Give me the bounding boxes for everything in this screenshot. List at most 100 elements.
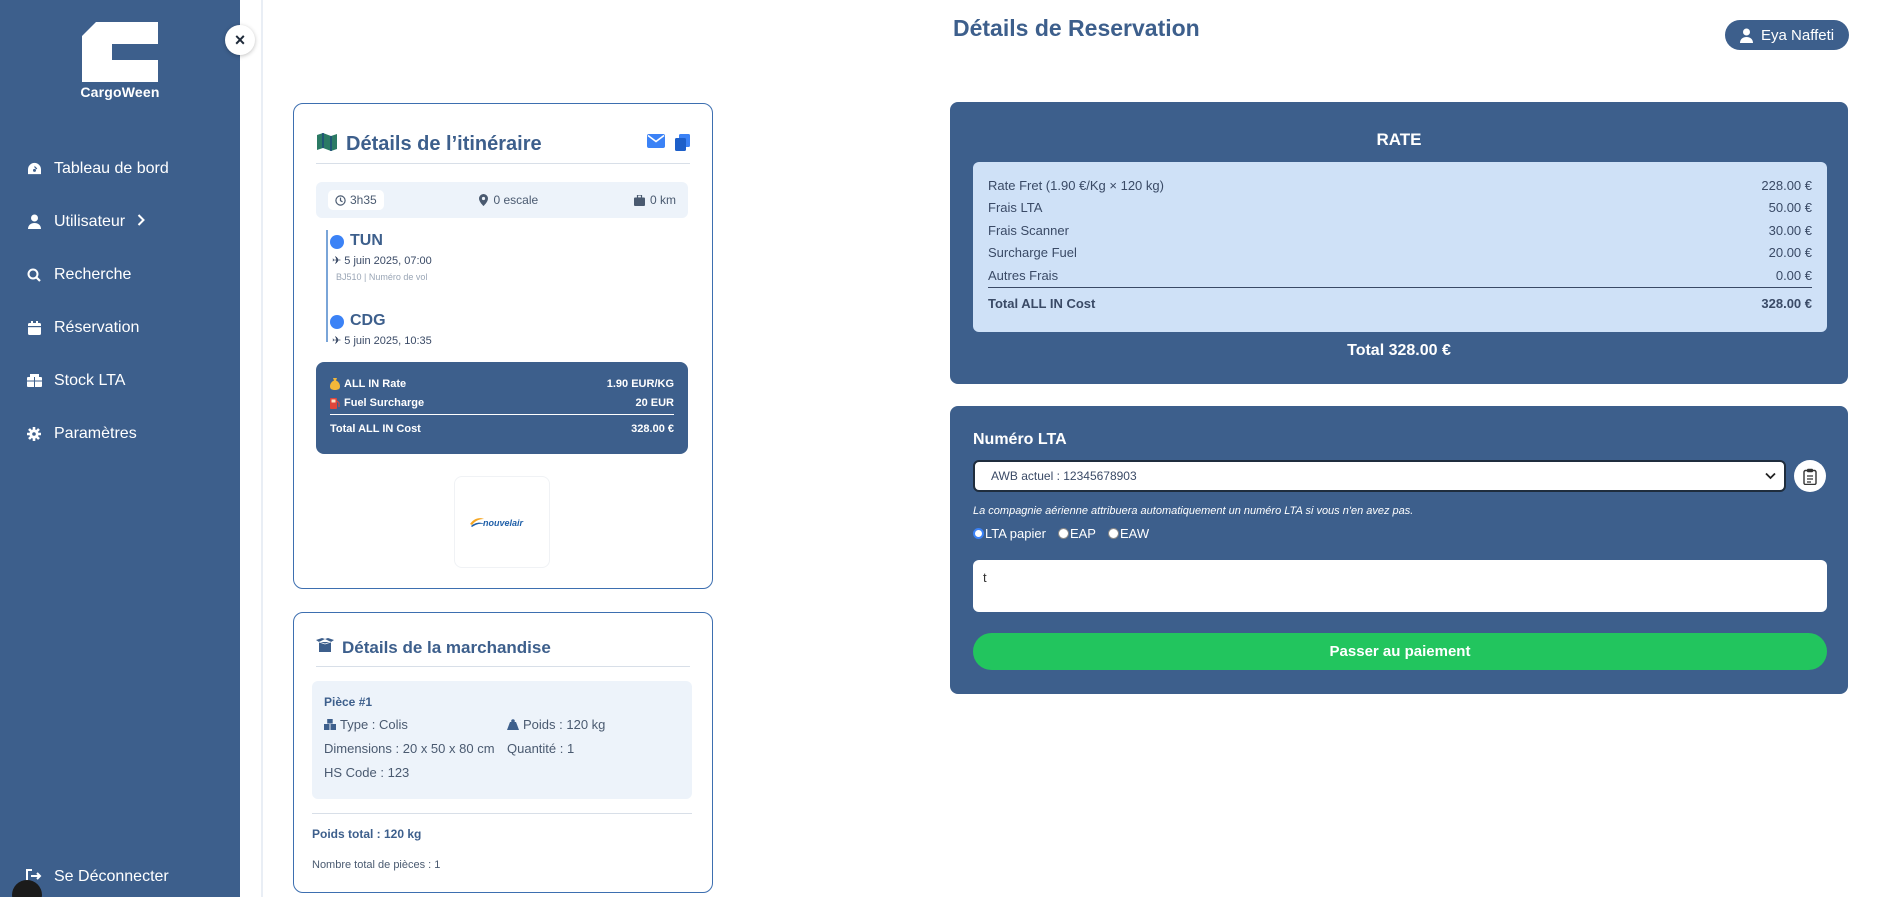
rate-total-row: Total ALL IN Cost 328.00 € [988, 293, 1812, 316]
radio-eap[interactable]: EAP [1057, 526, 1096, 541]
rate-row: Autres Frais 0.00 € [988, 264, 1812, 287]
sidebar-item-dashboard[interactable]: Tableau de bord [0, 142, 240, 195]
comment-textarea[interactable]: t [973, 560, 1827, 612]
rate-row-label: Rate Fret (1.90 €/Kg × 120 kg) [988, 177, 1164, 193]
piece-fields: Type : Colis Poids : 120 kg Dimensions :… [324, 717, 680, 780]
lta-type-options: LTA papier EAP EAW [973, 526, 1149, 541]
suitcase-icon [633, 194, 645, 206]
total-all-in-row: Total ALL IN Cost 328.00 € [330, 419, 674, 438]
piece-hs-code: HS Code : 123 [324, 765, 410, 780]
clipboard-icon [1803, 468, 1817, 485]
stops-info: 0 escale [479, 193, 538, 207]
close-icon: × [234, 29, 246, 50]
flight-number: BJ510 | Numéro de vol [336, 272, 428, 282]
close-sidebar-button[interactable]: × [225, 25, 255, 55]
boxes-icon [26, 373, 42, 389]
weight-icon [507, 719, 519, 730]
piece-quantity: Quantité : 1 [507, 741, 575, 756]
grand-total: Total 328.00 € [1347, 342, 1451, 359]
arrival-datetime-text: 5 juin 2025, 10:35 [344, 335, 432, 347]
fuel-surcharge-label: Fuel Surcharge [344, 396, 425, 409]
radio-lta-papier[interactable]: LTA papier [973, 526, 1046, 541]
piece-type: Type : Colis [324, 717, 507, 732]
sidebar-item-stock-lta[interactable]: Stock LTA [0, 354, 240, 407]
rate-panel: RATE Rate Fret (1.90 €/Kg × 120 kg) 228.… [950, 102, 1848, 384]
rate-title: RATE [1376, 130, 1422, 149]
rate-breakdown: Rate Fret (1.90 €/Kg × 120 kg) 228.00 € … [973, 162, 1827, 332]
total-all-in-value: 328.00 € [631, 422, 674, 435]
piece-type-text: Type : Colis [340, 717, 408, 732]
user-icon [1740, 28, 1753, 43]
rate-total-value: 328.00 € [1761, 296, 1812, 312]
clock-icon [335, 194, 346, 206]
email-icon[interactable] [647, 133, 665, 156]
map-icon [316, 132, 338, 157]
flight-summary-bar: 3h35 0 escale 0 km [316, 182, 688, 218]
duration-value: 3h35 [350, 193, 377, 207]
duration-chip: 3h35 [328, 190, 384, 210]
money-bag-icon [330, 377, 340, 390]
sidebar: CargoWeen Tableau de bord Utilisateur Re… [0, 0, 240, 897]
plane-icon: ✈ [332, 335, 342, 347]
radio-eaw[interactable]: EAW [1107, 526, 1149, 541]
sidebar-item-label: Stock LTA [54, 371, 126, 389]
dashboard-icon [26, 161, 42, 177]
sidebar-item-label: Paramètres [54, 424, 137, 442]
sidebar-item-label: Réservation [54, 318, 140, 336]
sidebar-item-settings[interactable]: Paramètres [0, 407, 240, 460]
radio-indicator[interactable] [1107, 528, 1119, 539]
sidebar-item-reservation[interactable]: Réservation [0, 301, 240, 354]
logout-button[interactable]: Se Déconnecter [26, 868, 169, 886]
piece-details: Pièce #1 Type : Colis Poids : 120 kg Dim… [312, 681, 692, 799]
itinerary-actions [647, 133, 690, 156]
clipboard-button[interactable] [1794, 460, 1826, 492]
radio-label: LTA papier [985, 526, 1046, 541]
gear-icon [26, 426, 42, 442]
cargoween-logo-icon [82, 22, 158, 82]
goods-title: Détails de la marchandise [342, 637, 551, 657]
divider [330, 414, 674, 415]
brand-logo[interactable]: CargoWeen [80, 22, 160, 100]
distance-info: 0 km [633, 193, 676, 207]
fuel-surcharge-value: 20 EUR [635, 396, 674, 409]
rate-total-label: Total ALL IN Cost [988, 296, 1096, 312]
goods-header: Détails de la marchandise [316, 629, 690, 667]
sidebar-item-user[interactable]: Utilisateur [0, 195, 240, 248]
fuel-pump-icon [330, 397, 340, 409]
lta-note: La compagnie aérienne attribuera automat… [973, 505, 1414, 517]
open-box-icon [316, 638, 334, 657]
radio-indicator[interactable] [973, 528, 984, 539]
rate-row-value: 228.00 € [1761, 177, 1812, 193]
chevron-down-icon [1765, 469, 1776, 483]
piece-weight-text: Poids : 120 kg [523, 717, 606, 732]
all-in-rate-label: ALL IN Rate [344, 377, 407, 390]
rate-row-value: 50.00 € [1768, 200, 1812, 216]
divider [312, 813, 692, 814]
awb-select[interactable]: AWB actuel : 12345678903 [973, 460, 1786, 492]
radio-indicator[interactable] [1057, 528, 1069, 539]
route-timeline [326, 230, 328, 342]
svg-text:nouvelair: nouvelair [483, 518, 524, 528]
piece-weight: Poids : 120 kg [507, 717, 697, 732]
rate-row-label: Autres Frais [988, 267, 1059, 283]
rate-row-label: Frais LTA [988, 200, 1043, 216]
logout-label: Se Déconnecter [54, 868, 169, 885]
arrival-dot [330, 315, 344, 329]
pay-button[interactable]: Passer au paiement [973, 633, 1827, 670]
rate-row-label: Frais Scanner [988, 222, 1069, 238]
user-name: Eya Naffeti [1761, 26, 1835, 44]
radio-label: EAP [1069, 526, 1096, 541]
rate-row: Surcharge Fuel 20.00 € [988, 242, 1812, 265]
total-pieces: Nombre total de pièces : 1 [312, 859, 441, 871]
page-title: Détails de Reservation [953, 15, 1200, 41]
itinerary-header: Détails de l’itinéraire [316, 126, 690, 164]
copy-icon[interactable] [675, 133, 690, 156]
sidebar-item-search[interactable]: Recherche [0, 248, 240, 301]
departure-datetime-text: 5 juin 2025, 07:00 [344, 255, 432, 267]
user-icon [26, 214, 42, 230]
boxes-icon [324, 719, 336, 730]
rate-row-value: 30.00 € [1768, 222, 1812, 238]
rate-row-value: 0.00 € [1775, 267, 1812, 283]
awb-select-value: AWB actuel : 12345678903 [991, 469, 1137, 483]
user-menu-button[interactable]: Eya Naffeti [1725, 20, 1850, 50]
